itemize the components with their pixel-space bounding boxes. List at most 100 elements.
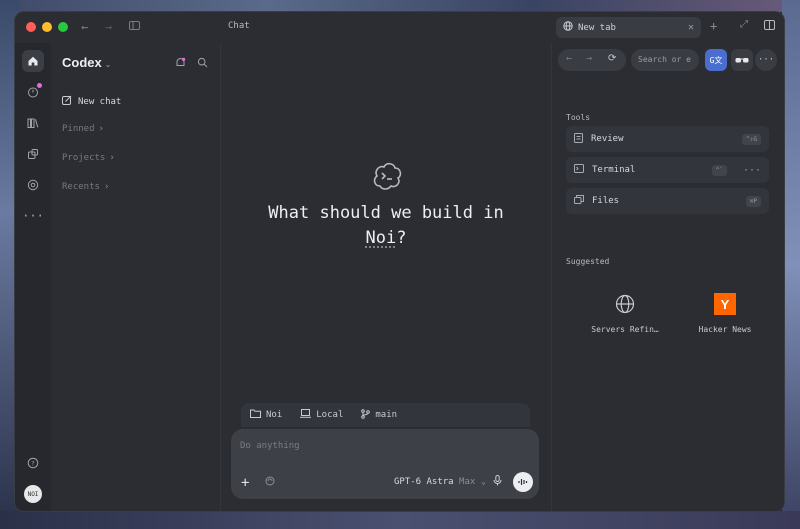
attach-plus-icon[interactable]: + bbox=[241, 475, 249, 491]
hacker-news-logo-icon: Y bbox=[714, 293, 736, 315]
model-selector[interactable]: GPT-6 Astra Max ⌄ bbox=[394, 477, 486, 487]
close-window-button[interactable] bbox=[26, 22, 36, 32]
hero-heading: What should we build in Noi? bbox=[221, 201, 551, 251]
app-window: ← → Chat New tab ✕ + ⤢ ··· ? NOI Codex ⌄… bbox=[14, 11, 785, 512]
search-icon[interactable] bbox=[197, 57, 208, 71]
svg-text:?: ? bbox=[31, 459, 34, 467]
forward-arrow-icon[interactable]: → bbox=[105, 20, 112, 34]
translate-extension-icon[interactable]: G文 bbox=[705, 49, 727, 71]
workspace-switcher[interactable]: Codex ⌄ bbox=[62, 55, 111, 70]
app-name: Codex bbox=[62, 55, 102, 70]
glasses-extension-icon[interactable] bbox=[731, 49, 753, 71]
branch-label: main bbox=[375, 410, 398, 420]
notifications-icon[interactable] bbox=[175, 57, 186, 71]
composer[interactable]: Do anything + GPT-6 Astra Max ⌄ bbox=[231, 429, 539, 499]
notification-dot bbox=[37, 83, 42, 88]
sidebar-group-label: Projects bbox=[62, 153, 106, 163]
git-branch-icon bbox=[361, 408, 371, 422]
codex-cloud-icon bbox=[370, 159, 404, 193]
browser-panel: ← → ⟳ Search or e G文 ··· Tools Review ^⇧… bbox=[551, 43, 784, 511]
extensions-icon[interactable] bbox=[22, 143, 44, 165]
review-icon bbox=[574, 132, 583, 146]
reload-icon[interactable]: ⟳ bbox=[608, 53, 616, 64]
chevron-right-icon: › bbox=[109, 153, 115, 163]
split-view-icon[interactable] bbox=[764, 19, 775, 33]
suggested-servers[interactable]: Servers Refin… bbox=[580, 293, 670, 334]
suggested-hacker-news[interactable]: Y Hacker News bbox=[680, 293, 770, 334]
new-chat-button[interactable]: New chat bbox=[62, 95, 121, 108]
hero-line: What should we build in bbox=[268, 203, 504, 223]
sidebar-group-label: Pinned bbox=[62, 124, 95, 134]
model-name: GPT-6 Astra bbox=[394, 477, 454, 487]
sidebar: Codex ⌄ New chat Pinned › Projects › Recent… bbox=[51, 43, 221, 511]
terminal-icon bbox=[574, 164, 584, 176]
globe-icon bbox=[580, 293, 670, 315]
zoom-window-button[interactable] bbox=[58, 22, 68, 32]
environment-selector[interactable]: Local bbox=[300, 409, 343, 421]
laptop-icon bbox=[300, 409, 312, 421]
chevron-down-icon: ⌄ bbox=[104, 60, 112, 69]
avatar[interactable]: NOI bbox=[24, 485, 42, 503]
project-selector[interactable]: Noi bbox=[366, 228, 397, 248]
folder-selector[interactable]: Noi bbox=[250, 409, 282, 421]
new-chat-label: New chat bbox=[78, 96, 122, 107]
titlebar: ← → Chat New tab ✕ + ⤢ bbox=[15, 12, 784, 43]
address-bar[interactable]: Search or e bbox=[631, 49, 699, 71]
suggested-heading: Suggested bbox=[566, 257, 610, 266]
desktop-wallpaper-bottom bbox=[0, 511, 800, 529]
tool-terminal[interactable]: Terminal ^` ··· bbox=[566, 157, 769, 183]
context-bar: Noi Local main bbox=[241, 403, 530, 427]
minimize-window-button[interactable] bbox=[42, 22, 52, 32]
browser-back-icon[interactable]: ← bbox=[566, 53, 572, 64]
environment-label: Local bbox=[316, 410, 344, 420]
home-icon[interactable] bbox=[22, 50, 44, 72]
nav-rail: ··· ? NOI bbox=[15, 43, 51, 511]
more-apps-icon[interactable]: ··· bbox=[22, 205, 44, 227]
sidebar-group-recents[interactable]: Recents › bbox=[62, 182, 109, 192]
browser-tab-title: New tab bbox=[578, 22, 616, 33]
sidebar-group-label: Recents bbox=[62, 182, 100, 192]
sidebar-group-pinned[interactable]: Pinned › bbox=[62, 124, 104, 134]
traffic-lights bbox=[26, 22, 68, 32]
more-options-icon[interactable]: ··· bbox=[755, 49, 777, 71]
shortcut-badge: ^⇧G bbox=[742, 133, 761, 145]
library-icon[interactable] bbox=[22, 112, 44, 134]
browser-tab[interactable]: New tab ✕ bbox=[556, 17, 701, 38]
folder-label: Noi bbox=[266, 410, 283, 420]
files-icon bbox=[574, 195, 584, 207]
chevron-down-icon: ⌄ bbox=[480, 477, 487, 487]
voice-mode-icon[interactable] bbox=[513, 472, 533, 492]
back-arrow-icon[interactable]: ← bbox=[81, 20, 88, 34]
close-tab-icon[interactable]: ✕ bbox=[688, 22, 694, 33]
browser-nav-controls: ← → ⟳ bbox=[558, 49, 626, 71]
suggested-label: Hacker News bbox=[698, 325, 752, 334]
tool-label: Files bbox=[592, 196, 620, 206]
shortcut-badge: ^` bbox=[711, 164, 727, 176]
terminal-more-icon[interactable]: ··· bbox=[743, 165, 761, 176]
browser-forward-icon[interactable]: → bbox=[586, 53, 592, 64]
tools-heading: Tools bbox=[566, 113, 591, 122]
microphone-icon[interactable] bbox=[493, 475, 502, 489]
window-title: Chat bbox=[228, 21, 250, 31]
tool-label: Review bbox=[591, 134, 624, 144]
chevron-right-icon: › bbox=[98, 124, 104, 134]
timer-icon[interactable] bbox=[22, 81, 44, 103]
branch-selector[interactable]: main bbox=[361, 408, 398, 422]
chat-main: What should we build in Noi? Noi Local m… bbox=[221, 43, 551, 511]
new-tab-icon[interactable]: + bbox=[710, 19, 717, 33]
permissions-icon[interactable] bbox=[265, 476, 275, 489]
chevron-right-icon: › bbox=[103, 182, 110, 192]
tool-files[interactable]: Files ⌘P bbox=[566, 188, 769, 214]
hero-suffix: ? bbox=[396, 228, 407, 248]
shortcut-badge: ⌘P bbox=[745, 195, 761, 207]
help-icon[interactable]: ? bbox=[22, 452, 44, 474]
sidebar-toggle-icon[interactable] bbox=[129, 20, 140, 34]
reasoning-level: Max bbox=[459, 477, 476, 487]
expand-icon[interactable]: ⤢ bbox=[740, 19, 748, 30]
sidebar-group-projects[interactable]: Projects › bbox=[62, 153, 115, 163]
tool-review[interactable]: Review ^⇧G bbox=[566, 126, 769, 152]
mention-icon[interactable] bbox=[22, 174, 44, 196]
compose-icon bbox=[62, 95, 72, 108]
suggested-label: Servers Refin… bbox=[591, 325, 659, 334]
composer-input[interactable]: Do anything bbox=[240, 441, 300, 451]
